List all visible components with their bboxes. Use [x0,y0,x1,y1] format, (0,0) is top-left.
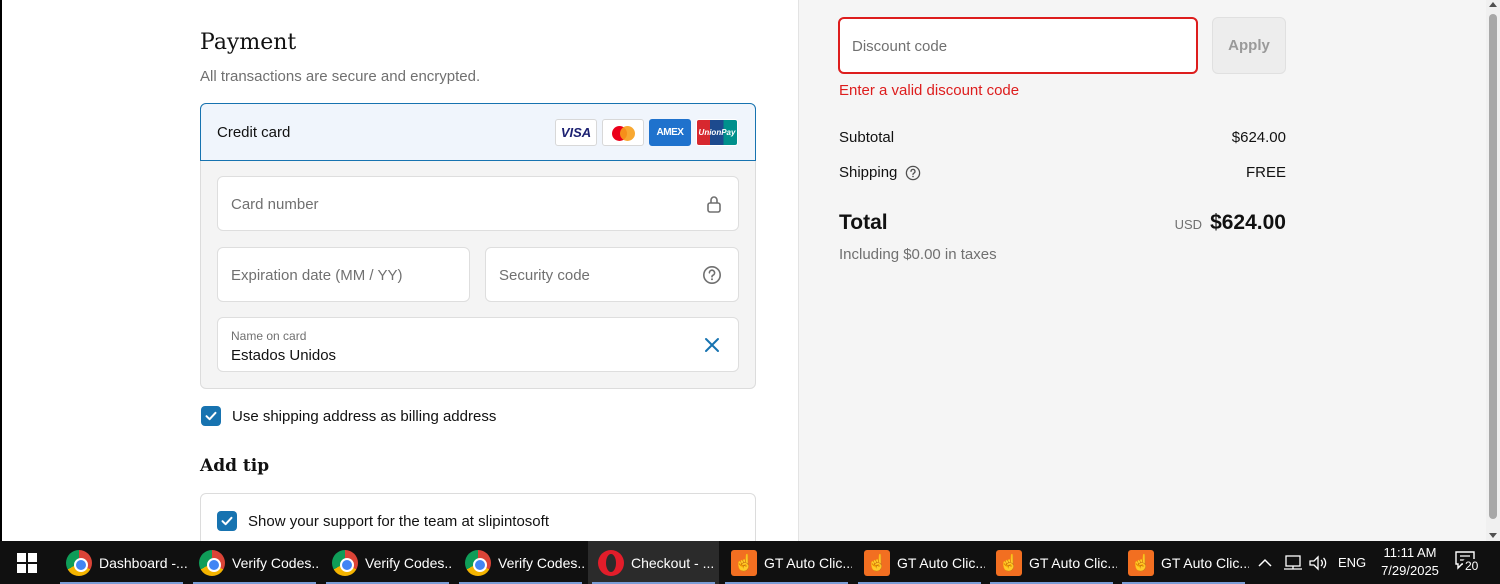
chrome-icon [199,549,225,576]
total-label: Total [839,211,888,234]
close-icon[interactable] [702,335,722,355]
taskbar-item-dashboard[interactable]: Dashboard -... [56,541,187,584]
subtotal-value: $624.00 [1231,129,1286,146]
shipping-help-icon[interactable] [905,165,921,181]
taskbar-item-verify-codes[interactable]: Verify Codes... [189,541,320,584]
language-indicator[interactable]: ENG [1338,555,1366,570]
checkout-main-column: Payment All transactions are secure and … [0,0,798,541]
volume-icon[interactable] [1308,554,1330,572]
support-team-label[interactable]: Show your support for the team at slipin… [248,513,549,530]
amex-logo-icon: AMEX [649,119,691,146]
taskbar-item-label: Dashboard -... [99,554,187,571]
lock-icon [707,196,721,213]
name-on-card-value: Estados Unidos [231,347,337,364]
shipping-value: FREE [1245,164,1286,181]
gt-auto-clicker-icon: ☝ [731,549,757,576]
taskbar-item-label: Checkout - ... [631,554,715,571]
expiration-date-field[interactable]: Expiration date (MM / YY) [217,247,470,302]
start-button[interactable] [0,541,54,584]
network-icon[interactable] [1282,554,1304,572]
taskbar-item-label: GT Auto Clic... [897,554,985,571]
taskbar-item-gt-auto-clicker[interactable]: ☝ GT Auto Clic... [854,541,985,584]
credit-card-option[interactable]: Credit card VISA AMEX UnionPay [200,103,756,161]
taskbar-item-gt-auto-clicker[interactable]: ☝ GT Auto Clic... [1118,541,1249,584]
gt-auto-clicker-icon: ☝ [864,549,890,576]
security-code-field[interactable]: Security code [485,247,739,302]
checkmark-icon [205,411,217,421]
chrome-icon [66,549,92,576]
mastercard-logo-icon [602,119,644,146]
scrollbar-thumb[interactable] [1489,14,1497,519]
help-circle-icon[interactable] [702,265,722,285]
expiration-date-placeholder: Expiration date (MM / YY) [231,267,403,284]
taskbar-item-label: Verify Codes... [232,554,320,571]
taskbar-item-verify-codes[interactable]: Verify Codes... [455,541,586,584]
credit-card-label: Credit card [217,124,291,141]
scroll-up-arrow-icon[interactable] [1489,2,1497,7]
name-on-card-label: Name on card [231,329,307,343]
taskbar-item-label: Verify Codes... [365,554,453,571]
scroll-down-arrow-icon[interactable] [1489,533,1497,538]
card-number-placeholder: Card number [231,196,319,213]
system-clock[interactable]: 11:11 AM 7/29/2025 [1372,544,1448,580]
window-edge [0,0,2,541]
total-amount: $624.00 [1210,211,1286,234]
taskbar-item-label: Verify Codes... [498,554,586,571]
discount-error-message: Enter a valid discount code [839,82,1020,99]
chrome-icon [465,549,491,576]
taskbar-item-gt-auto-clicker[interactable]: ☝ GT Auto Clic... [721,541,852,584]
discount-code-placeholder: Discount code [852,38,948,55]
system-tray: ENG [1256,541,1366,584]
name-on-card-field[interactable]: Name on card Estados Unidos [217,317,739,372]
unionpay-logo-icon: UnionPay [696,119,738,146]
card-number-field[interactable]: Card number [217,176,739,231]
taskbar-item-verify-codes[interactable]: Verify Codes... [322,541,453,584]
billing-address-label[interactable]: Use shipping address as billing address [232,408,496,425]
total-currency: USD [1174,217,1203,232]
taskbar-item-label: GT Auto Clic... [1161,554,1249,571]
taskbar-item-checkout[interactable]: Checkout - ... [588,541,719,584]
browser-viewport: Payment All transactions are secure and … [0,0,1500,541]
taskbar-item-label: GT Auto Clic... [764,554,852,571]
windows-logo-icon [17,552,37,573]
gt-auto-clicker-icon: ☝ [996,549,1022,576]
page-scrollbar[interactable] [1486,0,1500,541]
security-code-placeholder: Security code [499,267,590,284]
notification-count-badge: 20 [1463,559,1481,573]
checkmark-icon [221,516,233,526]
notification-center-button[interactable]: 20 [1454,550,1482,576]
visa-logo-icon: VISA [555,119,597,146]
taxes-note: Including $0.00 in taxes [839,246,997,263]
payment-security-note: All transactions are secure and encrypte… [200,68,481,85]
subtotal-label: Subtotal [839,129,895,146]
clock-time: 11:11 AM [1383,545,1437,560]
taskbar-item-gt-auto-clicker[interactable]: ☝ GT Auto Clic... [986,541,1117,584]
apply-discount-button[interactable]: Apply [1212,17,1286,74]
windows-taskbar: Dashboard -... Verify Codes... Verify Co… [0,541,1500,584]
clock-date: 7/29/2025 [1381,563,1439,578]
opera-icon [598,549,624,576]
gt-auto-clicker-icon: ☝ [1128,549,1154,576]
add-tip-heading: Add tip [200,456,270,476]
total-price: USD $624.00 [1175,211,1286,235]
chevron-up-icon[interactable] [1256,554,1274,572]
support-team-checkbox[interactable] [217,511,237,531]
discount-code-input[interactable]: Discount code [838,17,1198,74]
payment-heading: Payment [200,30,297,55]
shipping-label: Shipping [839,164,898,181]
taskbar-item-label: GT Auto Clic... [1029,554,1117,571]
billing-address-checkbox[interactable] [201,406,221,426]
chrome-icon [332,549,358,576]
